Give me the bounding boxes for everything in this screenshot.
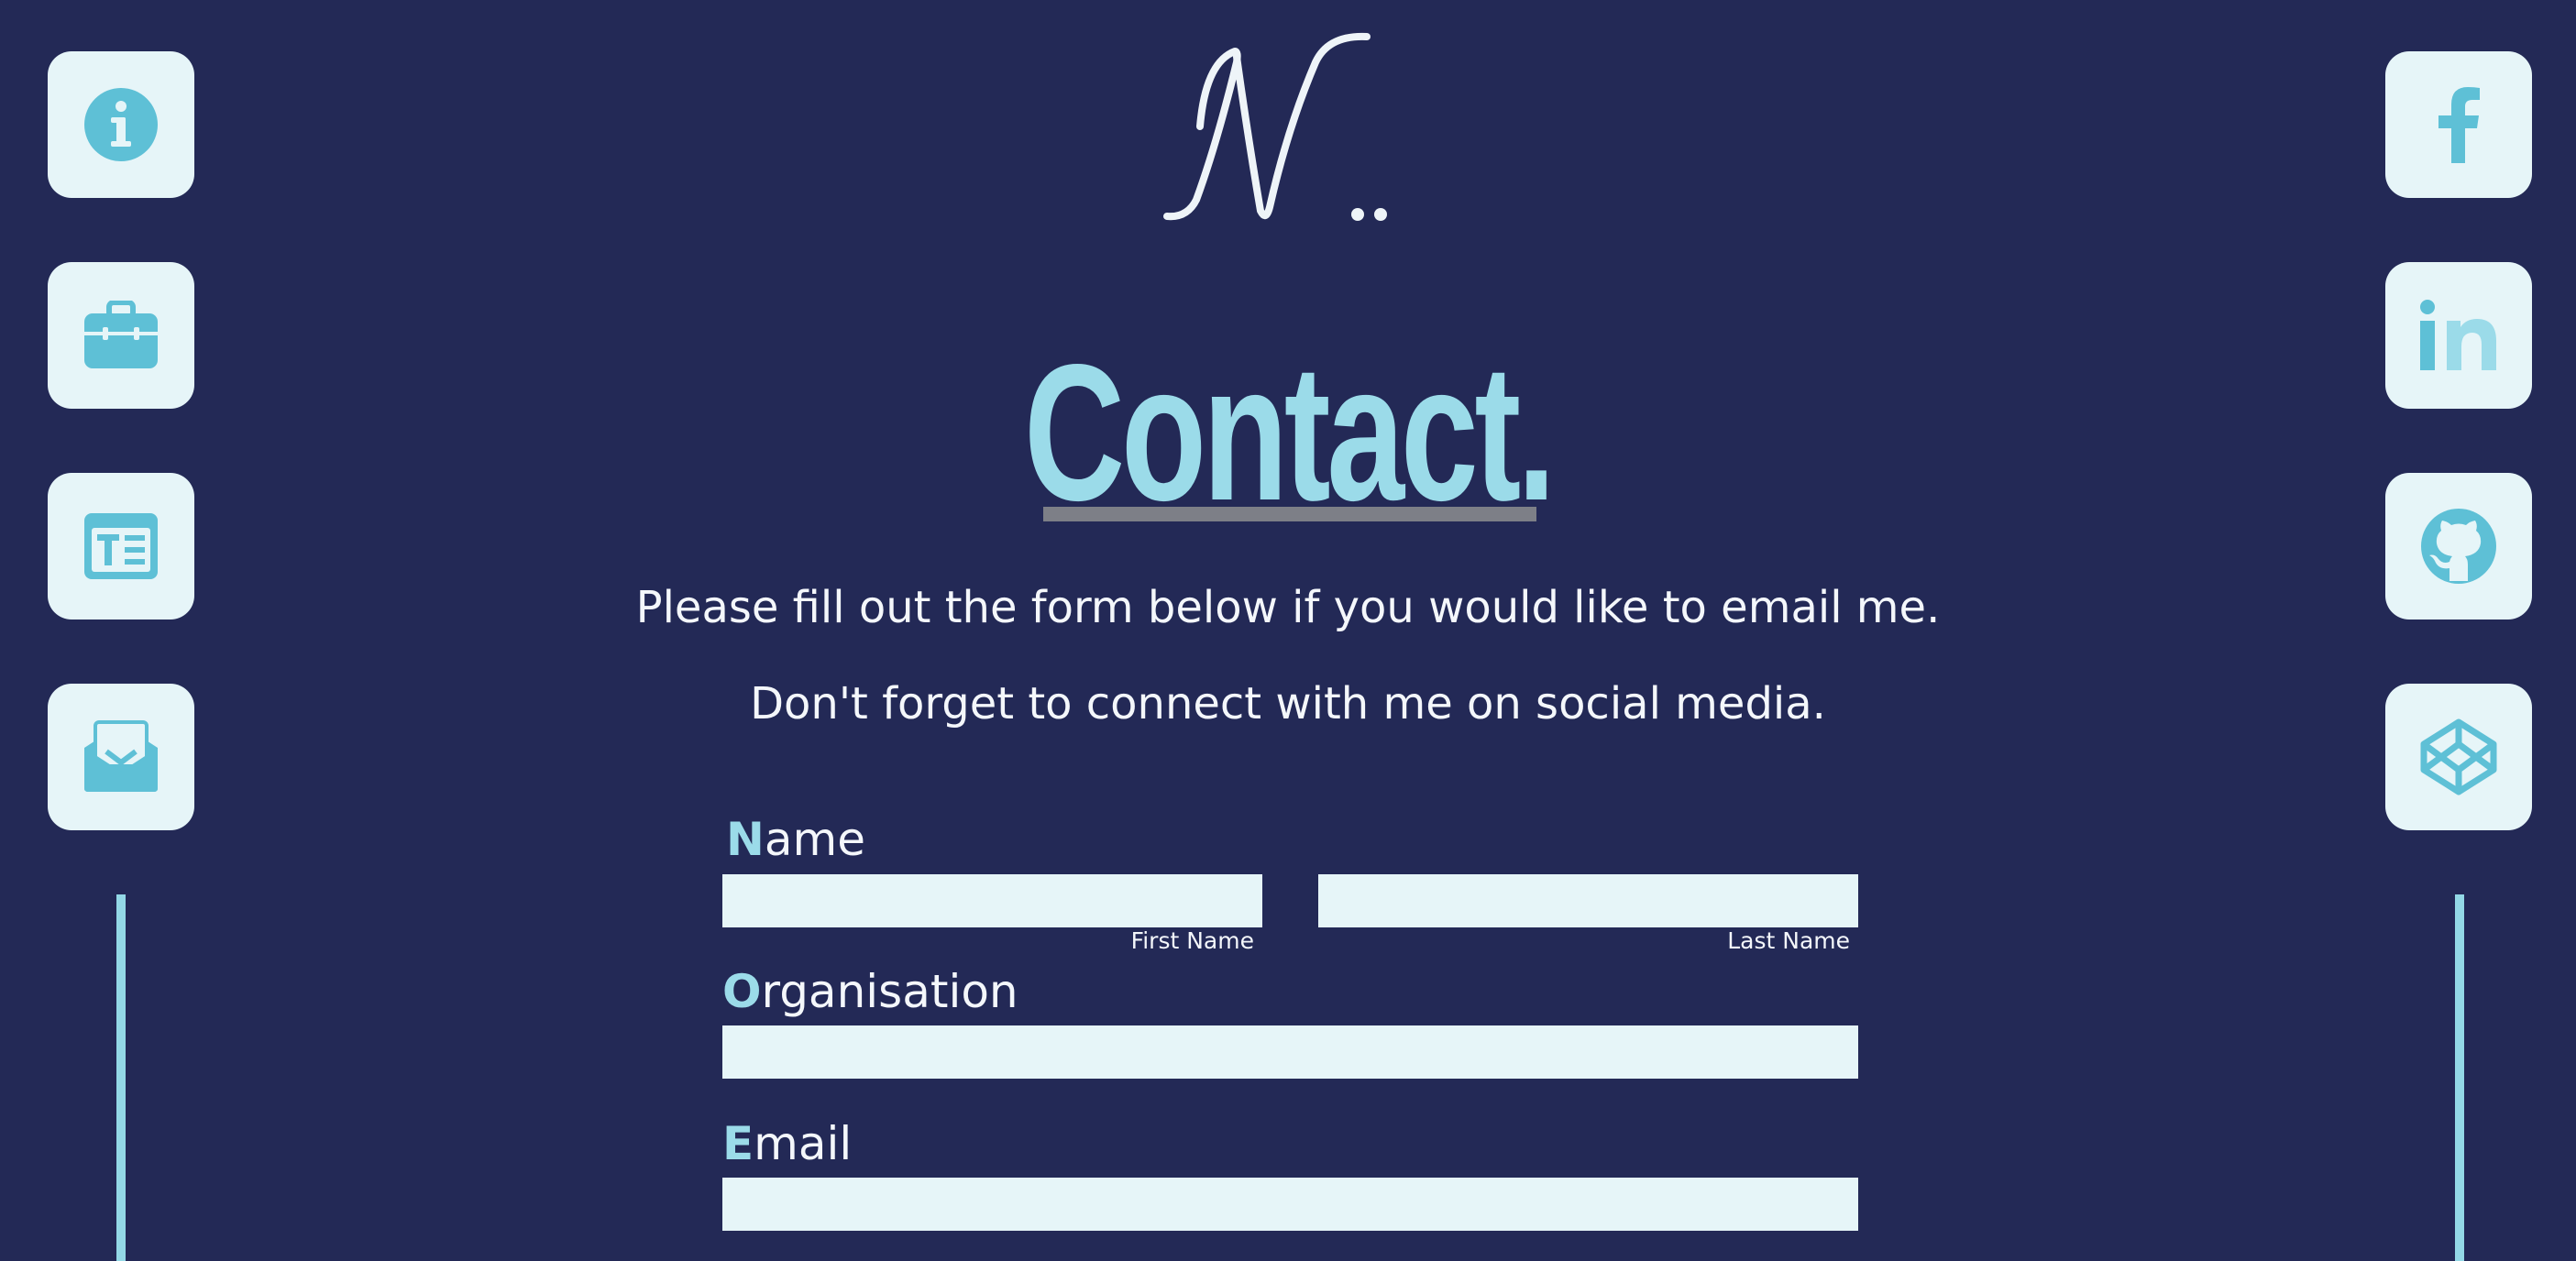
organisation-label-initial: O — [722, 965, 762, 1018]
about-nav-button[interactable] — [48, 51, 194, 198]
info-icon — [84, 88, 158, 161]
facebook-icon — [2438, 87, 2480, 163]
intro-text-line-1: Please fill out the form below if you wo… — [635, 582, 1941, 633]
email-input[interactable] — [722, 1178, 1858, 1231]
first-name-caption: First Name — [1130, 927, 1254, 954]
facebook-link[interactable] — [2385, 51, 2532, 198]
email-label: Email — [722, 1116, 852, 1171]
name-label-rest: ame — [764, 813, 865, 866]
email-label-initial: E — [722, 1117, 754, 1170]
intro-text-line-2: Don't forget to connect with me on socia… — [750, 678, 1826, 729]
title-container: Contact. — [0, 323, 2576, 541]
mail-open-icon — [84, 720, 158, 792]
last-name-caption: Last Name — [1727, 927, 1850, 954]
organisation-label: Organisation — [722, 964, 1018, 1019]
site-logo[interactable] — [1160, 26, 1435, 227]
signature-logo — [1163, 32, 1387, 221]
name-label: Name — [726, 812, 865, 867]
page-title: Contact. — [1024, 323, 1556, 541]
left-rail-line — [116, 894, 126, 1261]
title-underline — [1043, 507, 1536, 521]
first-name-input[interactable] — [722, 874, 1262, 927]
name-label-initial: N — [726, 813, 765, 866]
organisation-input[interactable] — [722, 1025, 1858, 1079]
organisation-label-rest: rganisation — [761, 965, 1018, 1018]
last-name-input[interactable] — [1318, 874, 1858, 927]
right-rail-line — [2455, 894, 2464, 1261]
email-label-rest: mail — [754, 1117, 853, 1170]
